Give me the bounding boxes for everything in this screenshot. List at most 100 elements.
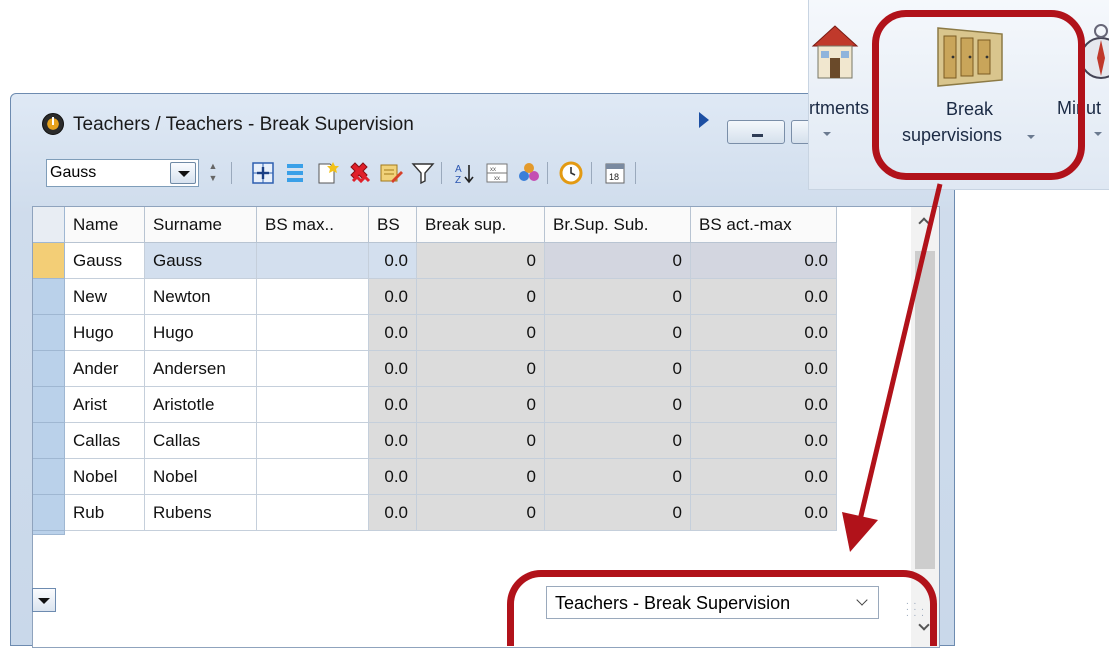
delete-icon[interactable]: [347, 161, 371, 185]
row-selector[interactable]: [33, 459, 65, 495]
cell-bs[interactable]: 0.0: [369, 351, 417, 387]
table-row[interactable]: Ander Andersen 0.0 0 0 0.0: [33, 351, 913, 387]
cell-bs-act-max[interactable]: 0.0: [691, 495, 837, 531]
chevron-down-icon[interactable]: [170, 162, 196, 184]
col-header-bs-max[interactable]: BS max..: [257, 207, 369, 243]
cell-bs-act-max[interactable]: 0.0: [691, 243, 837, 279]
cell-bs-act-max[interactable]: 0.0: [691, 315, 837, 351]
row-selector[interactable]: [33, 351, 65, 387]
row-selector[interactable]: [33, 495, 65, 531]
cell-name[interactable]: Arist: [65, 387, 145, 423]
table-row[interactable]: Arist Aristotle 0.0 0 0 0.0: [33, 387, 913, 423]
cell-br-sup-sub[interactable]: 0: [545, 495, 691, 531]
departments-dropdown-icon[interactable]: [823, 132, 831, 136]
cell-bs-max[interactable]: [257, 243, 369, 279]
house-icon[interactable]: [809, 22, 861, 84]
scroll-thumb[interactable]: [915, 251, 935, 569]
list-icon[interactable]: [283, 161, 307, 185]
table-row[interactable]: Hugo Hugo 0.0 0 0 0.0: [33, 315, 913, 351]
new-record-icon[interactable]: [315, 161, 339, 185]
cell-bs[interactable]: 0.0: [369, 495, 417, 531]
cell-break-sup[interactable]: 0: [417, 315, 545, 351]
scroll-up-icon[interactable]: [918, 217, 930, 229]
filter-icon[interactable]: [411, 161, 435, 185]
calendar-icon[interactable]: 18: [603, 161, 627, 185]
cell-bs-act-max[interactable]: 0.0: [691, 351, 837, 387]
row-selector[interactable]: [33, 315, 65, 351]
play-icon[interactable]: [699, 112, 709, 128]
cell-name[interactable]: Nobel: [65, 459, 145, 495]
cell-bs[interactable]: 0.0: [369, 459, 417, 495]
col-header-name[interactable]: Name: [65, 207, 145, 243]
table-row[interactable]: New Newton 0.0 0 0 0.0: [33, 279, 913, 315]
cell-bs-max[interactable]: [257, 315, 369, 351]
cell-break-sup[interactable]: 0: [417, 387, 545, 423]
cell-bs-act-max[interactable]: 0.0: [691, 459, 837, 495]
row-selector[interactable]: [33, 387, 65, 423]
cell-bs-act-max[interactable]: 0.0: [691, 423, 837, 459]
cell-bs[interactable]: 0.0: [369, 315, 417, 351]
col-header-bs[interactable]: BS: [369, 207, 417, 243]
col-header-br-sup-sub[interactable]: Br.Sup. Sub.: [545, 207, 691, 243]
cell-bs-max[interactable]: [257, 279, 369, 315]
cell-br-sup-sub[interactable]: 0: [545, 243, 691, 279]
cell-bs-max[interactable]: [257, 495, 369, 531]
cell-surname[interactable]: Callas: [145, 423, 257, 459]
col-header-break-sup[interactable]: Break sup.: [417, 207, 545, 243]
cell-name[interactable]: Rub: [65, 495, 145, 531]
cell-break-sup[interactable]: 0: [417, 495, 545, 531]
window-menu-button[interactable]: [32, 588, 56, 612]
col-header-bs-act-max[interactable]: BS act.-max: [691, 207, 837, 243]
cell-br-sup-sub[interactable]: 0: [545, 315, 691, 351]
cell-br-sup-sub[interactable]: 0: [545, 423, 691, 459]
cell-break-sup[interactable]: 0: [417, 423, 545, 459]
teacher-select[interactable]: Gauss: [46, 159, 199, 187]
cell-bs[interactable]: 0.0: [369, 423, 417, 459]
cell-surname[interactable]: Gauss: [145, 243, 257, 279]
cell-bs[interactable]: 0.0: [369, 279, 417, 315]
cell-br-sup-sub[interactable]: 0: [545, 459, 691, 495]
cell-name[interactable]: Ander: [65, 351, 145, 387]
cell-surname[interactable]: Andersen: [145, 351, 257, 387]
table-row[interactable]: Callas Callas 0.0 0 0 0.0: [33, 423, 913, 459]
cell-surname[interactable]: Newton: [145, 279, 257, 315]
sort-icon[interactable]: A Z: [453, 161, 477, 185]
cell-surname[interactable]: Rubens: [145, 495, 257, 531]
col-header-surname[interactable]: Surname: [145, 207, 257, 243]
cell-name[interactable]: New: [65, 279, 145, 315]
table-row[interactable]: Rub Rubens 0.0 0 0 0.0: [33, 495, 913, 531]
cell-bs-max[interactable]: [257, 387, 369, 423]
grid-form-icon[interactable]: [251, 161, 275, 185]
clock-icon[interactable]: [559, 161, 583, 185]
cell-name[interactable]: Hugo: [65, 315, 145, 351]
cell-br-sup-sub[interactable]: 0: [545, 387, 691, 423]
row-selector[interactable]: [33, 279, 65, 315]
minutes-dropdown-icon[interactable]: [1094, 132, 1102, 136]
cell-break-sup[interactable]: 0: [417, 279, 545, 315]
cell-surname[interactable]: Aristotle: [145, 387, 257, 423]
cell-break-sup[interactable]: 0: [417, 243, 545, 279]
edit-icon[interactable]: [379, 161, 403, 185]
cell-surname[interactable]: Hugo: [145, 315, 257, 351]
ribbon-departments-label[interactable]: rtments: [809, 98, 869, 119]
table-row[interactable]: Gauss Gauss 0.0 0 0 0.0: [33, 243, 913, 279]
group-icon[interactable]: [517, 161, 541, 185]
cell-name[interactable]: Gauss: [65, 243, 145, 279]
spin-buttons[interactable]: ▲ ▼: [205, 160, 221, 186]
cell-bs-act-max[interactable]: 0.0: [691, 387, 837, 423]
matrix-icon[interactable]: xx xx: [485, 161, 509, 185]
row-selector[interactable]: [33, 243, 65, 279]
cell-br-sup-sub[interactable]: 0: [545, 279, 691, 315]
cell-br-sup-sub[interactable]: 0: [545, 351, 691, 387]
table-row[interactable]: Nobel Nobel 0.0 0 0 0.0: [33, 459, 913, 495]
cell-break-sup[interactable]: 0: [417, 459, 545, 495]
cell-name[interactable]: Callas: [65, 423, 145, 459]
cell-break-sup[interactable]: 0: [417, 351, 545, 387]
minimize-button[interactable]: [727, 120, 785, 144]
cell-surname[interactable]: Nobel: [145, 459, 257, 495]
cell-bs[interactable]: 0.0: [369, 243, 417, 279]
row-selector[interactable]: [33, 423, 65, 459]
cell-bs-max[interactable]: [257, 423, 369, 459]
cell-bs-max[interactable]: [257, 459, 369, 495]
cell-bs[interactable]: 0.0: [369, 387, 417, 423]
